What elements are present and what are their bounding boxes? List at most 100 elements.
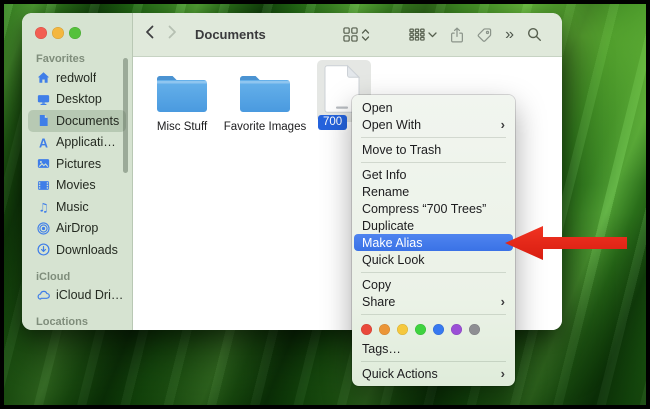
sidebar-item-documents[interactable]: Documents bbox=[28, 110, 126, 132]
submenu-chevron-icon: › bbox=[501, 367, 505, 380]
toolbar-actions: » bbox=[341, 27, 562, 43]
menu-item-share[interactable]: Share› bbox=[352, 293, 515, 310]
menu-item-get-info[interactable]: Get Info bbox=[352, 166, 515, 183]
menu-item-label: Rename bbox=[362, 185, 505, 199]
menu-item-label: Move to Trash bbox=[362, 143, 505, 157]
sidebar-item-label: redwolf bbox=[56, 71, 96, 85]
menu-item-quick-look[interactable]: Quick Look bbox=[352, 251, 515, 268]
menu-separator bbox=[361, 162, 506, 163]
menu-item-move-to-trash[interactable]: Move to Trash bbox=[352, 141, 515, 158]
search-icon[interactable] bbox=[527, 27, 542, 42]
sidebar-section-favorites: Favorites bbox=[28, 51, 126, 67]
group-by-icon[interactable] bbox=[409, 28, 425, 41]
sidebar-item-applicati[interactable]: A Applicati… bbox=[28, 132, 126, 154]
sidebar-item-desktop[interactable]: Desktop bbox=[28, 89, 126, 111]
sidebar-item-label: Downloads bbox=[56, 243, 118, 257]
menu-item-label: Duplicate bbox=[362, 219, 505, 233]
sidebar-item-label: AirDrop bbox=[56, 221, 98, 235]
sidebar-item-airdrop[interactable]: AirDrop bbox=[28, 218, 126, 240]
airdrop-icon bbox=[36, 222, 50, 235]
home-icon bbox=[36, 71, 50, 84]
menu-item-open-with[interactable]: Open With› bbox=[352, 116, 515, 133]
submenu-chevron-icon: › bbox=[501, 118, 505, 131]
item-label: Favorite Images bbox=[222, 121, 308, 133]
menu-separator bbox=[361, 361, 506, 362]
menu-item-label: Copy bbox=[362, 278, 505, 292]
menu-separator bbox=[361, 272, 506, 273]
sidebar-item-label: iCloud Dri… bbox=[56, 288, 123, 302]
folder-item-misc-stuff[interactable]: Misc Stuff bbox=[139, 66, 225, 133]
minimize-button[interactable] bbox=[52, 27, 64, 39]
menu-item-duplicate[interactable]: Duplicate bbox=[352, 217, 515, 234]
finder-sidebar: Favorites redwolf Desktop Documents A Applica… bbox=[22, 13, 133, 330]
menu-item-label: Open With bbox=[362, 118, 501, 132]
sidebar-item-label: Applicati… bbox=[56, 135, 116, 149]
menu-item-label: Quick Look bbox=[362, 253, 505, 267]
sidebar-item-redwolf[interactable]: redwolf bbox=[28, 67, 126, 89]
sidebar-item-pictures[interactable]: Pictures bbox=[28, 153, 126, 175]
tags-icon[interactable] bbox=[477, 27, 492, 42]
sidebar-list: Favorites redwolf Desktop Documents A Applica… bbox=[22, 51, 132, 330]
menu-separator bbox=[361, 137, 506, 138]
sidebar-scrollbar[interactable] bbox=[123, 58, 128, 173]
finder-toolbar: Documents bbox=[133, 13, 562, 57]
close-button[interactable] bbox=[35, 27, 47, 39]
sidebar-item-label: Pictures bbox=[56, 157, 101, 171]
item-label: Misc Stuff bbox=[139, 121, 225, 133]
traffic-lights bbox=[35, 27, 81, 39]
forward-button[interactable] bbox=[161, 22, 183, 48]
menu-item-label: Share bbox=[362, 295, 501, 309]
sidebar-item-label: Music bbox=[56, 200, 89, 214]
icloud-icon bbox=[36, 289, 50, 302]
sidebar-section-icloud: iCloud bbox=[28, 269, 126, 285]
applications-icon: A bbox=[36, 136, 50, 149]
menu-item-compress-700-trees[interactable]: Compress “700 Trees” bbox=[352, 200, 515, 217]
tag-color-dot[interactable] bbox=[415, 324, 426, 335]
tag-color-dot[interactable] bbox=[469, 324, 480, 335]
tag-color-dot[interactable] bbox=[379, 324, 390, 335]
tag-color-dot[interactable] bbox=[433, 324, 444, 335]
menu-item-label: Make Alias bbox=[362, 236, 505, 250]
folder-icon bbox=[222, 66, 308, 114]
zoom-button[interactable] bbox=[69, 27, 81, 39]
menu-item-rename[interactable]: Rename bbox=[352, 183, 515, 200]
desktop-icon bbox=[36, 93, 50, 106]
sort-chevrons-icon[interactable] bbox=[361, 28, 370, 42]
menu-item-tags[interactable]: Tags… bbox=[352, 340, 515, 357]
sidebar-item-music[interactable]: ♫ Music bbox=[28, 196, 126, 218]
folder-icon bbox=[139, 66, 225, 114]
sidebar-item-label: Movies bbox=[56, 178, 96, 192]
back-button[interactable] bbox=[139, 22, 161, 48]
menu-separator bbox=[361, 314, 506, 315]
downloads-icon bbox=[36, 243, 50, 256]
share-icon[interactable] bbox=[450, 27, 464, 43]
window-title: Documents bbox=[195, 27, 266, 42]
view-grid-icon[interactable] bbox=[343, 27, 358, 42]
more-icon[interactable]: » bbox=[505, 27, 514, 43]
menu-item-copy[interactable]: Copy bbox=[352, 276, 515, 293]
menu-item-label: Open bbox=[362, 101, 505, 115]
tag-color-dot[interactable] bbox=[397, 324, 408, 335]
pictures-icon bbox=[36, 157, 50, 170]
menu-item-label: Quick Actions bbox=[362, 367, 501, 381]
sidebar-item-label: Desktop bbox=[56, 92, 102, 106]
sidebar-item-label: Documents bbox=[56, 114, 119, 128]
submenu-chevron-icon: › bbox=[501, 295, 505, 308]
music-icon: ♫ bbox=[36, 200, 50, 213]
menu-item-open[interactable]: Open bbox=[352, 99, 515, 116]
menu-item-quick-actions[interactable]: Quick Actions› bbox=[352, 365, 515, 382]
tag-color-dot[interactable] bbox=[361, 324, 372, 335]
sidebar-item-movies[interactable]: Movies bbox=[28, 175, 126, 197]
sidebar-item-downloads[interactable]: Downloads bbox=[28, 239, 126, 261]
sidebar-item-icloud-dri[interactable]: iCloud Dri… bbox=[28, 285, 126, 307]
folder-item-favorite-images[interactable]: Favorite Images bbox=[222, 66, 308, 133]
file-name-label-selected[interactable]: 700 bbox=[318, 115, 347, 130]
menu-item-label: Compress “700 Trees” bbox=[362, 202, 505, 216]
screenshot-stage: Documents bbox=[0, 0, 650, 409]
context-menu: OpenOpen With›Move to TrashGet InfoRenam… bbox=[352, 95, 515, 386]
chevron-down-icon[interactable] bbox=[428, 32, 437, 38]
svg-text:A: A bbox=[39, 136, 48, 149]
menu-item-make-alias[interactable]: Make Alias bbox=[354, 234, 513, 251]
svg-text:♫: ♫ bbox=[38, 201, 49, 214]
tag-color-dot[interactable] bbox=[451, 324, 462, 335]
